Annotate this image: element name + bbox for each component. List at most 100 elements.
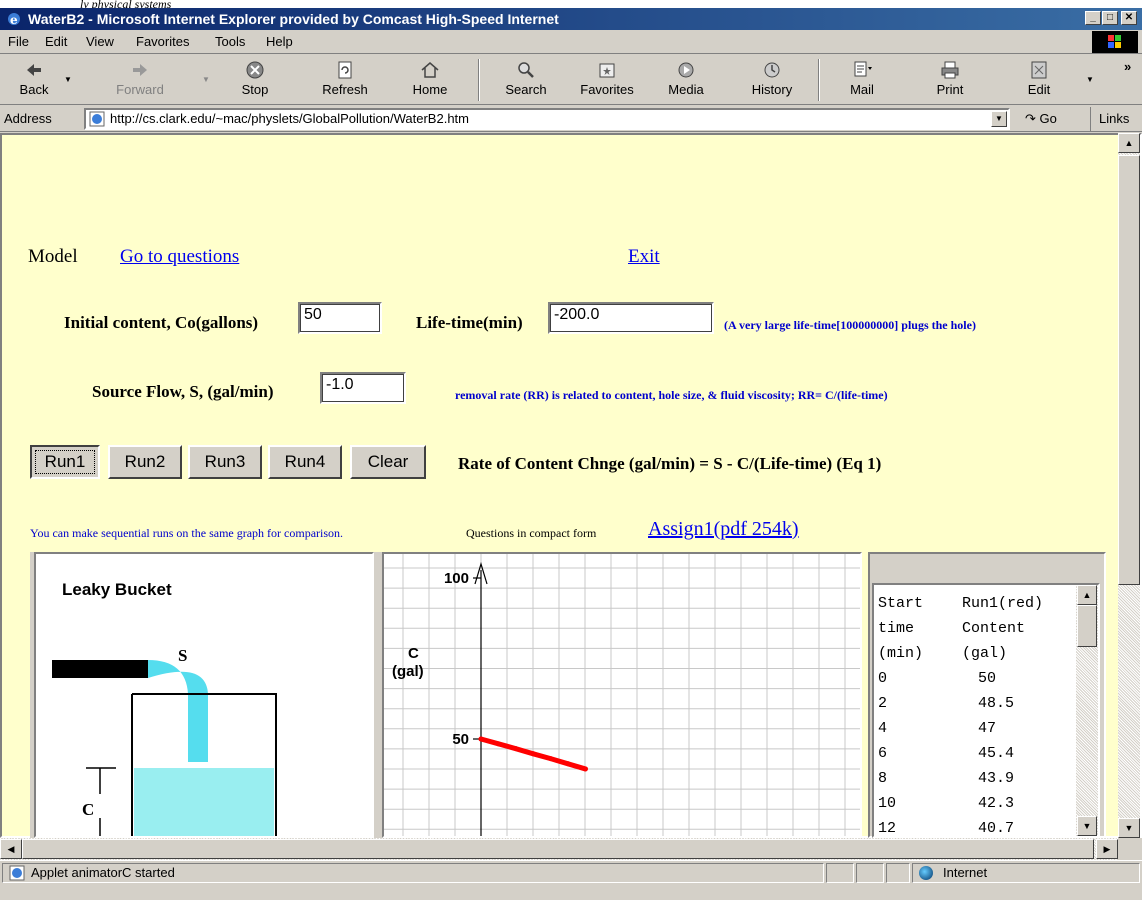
table-cell: 2 <box>878 695 888 712</box>
table-header-row: (min) (gal) <box>878 645 1007 662</box>
menu-view[interactable]: View <box>86 34 114 49</box>
clear-button[interactable]: Clear <box>350 445 426 479</box>
horizontal-scroll-thumb[interactable] <box>22 839 1094 859</box>
content-graph: 100 50 C (gal) <box>384 554 860 836</box>
stop-icon <box>246 61 264 79</box>
scroll-up-icon[interactable]: ▲ <box>1118 133 1140 153</box>
data-point <box>582 766 588 772</box>
edit-icon <box>1031 61 1047 79</box>
svg-text:e: e <box>10 13 18 27</box>
links-button[interactable]: Links <box>1090 107 1142 131</box>
address-dropdown-icon[interactable]: ▼ <box>991 111 1007 127</box>
favorites-label: Favorites <box>580 82 634 97</box>
back-button[interactable]: Back <box>6 57 62 103</box>
media-button[interactable]: Media <box>658 57 714 103</box>
assign1-pdf-link[interactable]: Assign1(pdf 254k) <box>648 518 799 541</box>
list-scroll-down-icon[interactable]: ▼ <box>1077 816 1097 836</box>
content-graph-applet: 100 50 C (gal) <box>382 552 862 838</box>
data-point <box>565 761 571 767</box>
menu-bar: File Edit View Favorites Tools Help <box>0 30 1142 54</box>
back-label: Back <box>19 82 49 97</box>
table-row: 10 42.3 <box>878 795 1014 812</box>
vertical-scrollbar[interactable]: ▲ ▼ <box>1118 133 1140 838</box>
table-row: 2 48.5 <box>878 695 1014 712</box>
source-pipe <box>52 660 148 678</box>
print-label: Print <box>936 82 964 97</box>
menu-edit[interactable]: Edit <box>45 34 67 49</box>
table-cell: time <box>878 620 915 637</box>
history-button[interactable]: History <box>740 57 804 103</box>
scroll-down-icon[interactable]: ▼ <box>1118 818 1140 838</box>
table-cell: (gal) <box>962 645 1008 662</box>
horizontal-scrollbar[interactable]: ◀ ▶ <box>0 838 1118 860</box>
list-scrollbar[interactable]: ▲ ▼ <box>1076 585 1098 836</box>
home-icon <box>421 62 439 78</box>
edit-label: Edit <box>1027 82 1051 97</box>
refresh-label: Refresh <box>322 82 368 97</box>
run4-button[interactable]: Run4 <box>268 445 342 479</box>
content-level-marker <box>86 767 116 836</box>
list-scroll-thumb[interactable] <box>1077 605 1097 647</box>
stop-button[interactable]: Stop <box>230 57 280 103</box>
go-button[interactable]: ↷ Go <box>1025 111 1057 127</box>
search-label: Search <box>505 82 547 97</box>
table-row: 8 43.9 <box>878 770 1014 787</box>
status-text: Applet animatorC started <box>31 865 175 880</box>
initial-content-input[interactable]: 50 <box>298 302 382 334</box>
menu-help[interactable]: Help <box>266 34 293 49</box>
menu-favorites[interactable]: Favorites <box>136 34 189 49</box>
menu-tools[interactable]: Tools <box>215 34 245 49</box>
media-icon <box>678 62 694 78</box>
close-button[interactable]: ✕ <box>1121 11 1137 25</box>
removal-rate-note: removal rate (RR) is related to content,… <box>455 388 888 402</box>
home-label: Home <box>412 82 448 97</box>
back-arrow-icon <box>27 64 41 76</box>
forward-dropdown-icon[interactable]: ▼ <box>202 75 210 84</box>
table-cell: 10 <box>878 795 897 812</box>
minimize-button[interactable]: _ <box>1085 11 1101 25</box>
table-header-row: time Content <box>878 620 1025 637</box>
toolbar: Back ▼ Forward ▼ Stop Refresh Home Searc… <box>0 55 1142 105</box>
run1-button[interactable]: Run1 <box>30 445 100 479</box>
data-point <box>530 751 536 757</box>
forward-button[interactable]: Forward <box>80 57 200 103</box>
maximize-button[interactable]: □ <box>1102 11 1118 25</box>
lifetime-input[interactable]: -200.0 <box>548 302 714 334</box>
compact-form-label: Questions in compact form <box>466 526 597 540</box>
toolbar-separator <box>478 59 480 101</box>
mail-button[interactable]: Mail <box>836 57 888 103</box>
back-dropdown-icon[interactable]: ▼ <box>64 75 72 84</box>
run3-button[interactable]: Run3 <box>188 445 262 479</box>
menu-file[interactable]: File <box>8 34 29 49</box>
sequential-runs-note: You can make sequential runs on the same… <box>30 526 344 540</box>
favorites-icon <box>599 63 615 78</box>
y-tick-label: 50 <box>452 731 469 748</box>
data-table-list[interactable]: Start Run1(red) time Content (min) (gal) 0 50 2 4… <box>872 583 1100 838</box>
toolbar-overflow-icon[interactable]: » <box>1124 59 1131 74</box>
data-point <box>478 736 484 742</box>
internet-globe-icon <box>919 866 933 880</box>
search-button[interactable]: Search <box>494 57 558 103</box>
forward-label: Forward <box>116 82 164 97</box>
address-input[interactable]: http://cs.clark.edu/~mac/physlets/Global… <box>84 108 1010 130</box>
run2-button[interactable]: Run2 <box>108 445 182 479</box>
scroll-right-icon[interactable]: ▶ <box>1096 839 1118 859</box>
exit-link[interactable]: Exit <box>628 246 660 268</box>
edit-dropdown-icon[interactable]: ▼ <box>1086 75 1094 84</box>
scroll-left-icon[interactable]: ◀ <box>0 839 22 859</box>
refresh-button[interactable]: Refresh <box>300 57 390 103</box>
source-flow-input[interactable]: -1.0 <box>320 372 406 404</box>
go-to-questions-link[interactable]: Go to questions <box>120 246 239 268</box>
lifetime-label: Life-time(min) <box>416 313 523 332</box>
table-header-row: Start Run1(red) <box>878 595 1043 612</box>
page-caption: ly physical systems <box>80 0 172 8</box>
list-scroll-up-icon[interactable]: ▲ <box>1077 585 1097 605</box>
vertical-scroll-thumb[interactable] <box>1118 155 1140 585</box>
edit-button[interactable]: Edit <box>1014 57 1064 103</box>
home-button[interactable]: Home <box>402 57 458 103</box>
go-label: Go <box>1039 111 1057 126</box>
water-level <box>134 768 274 836</box>
print-button[interactable]: Print <box>922 57 978 103</box>
favorites-button[interactable]: Favorites <box>570 57 644 103</box>
table-cell: Run1(red) <box>962 595 1044 612</box>
